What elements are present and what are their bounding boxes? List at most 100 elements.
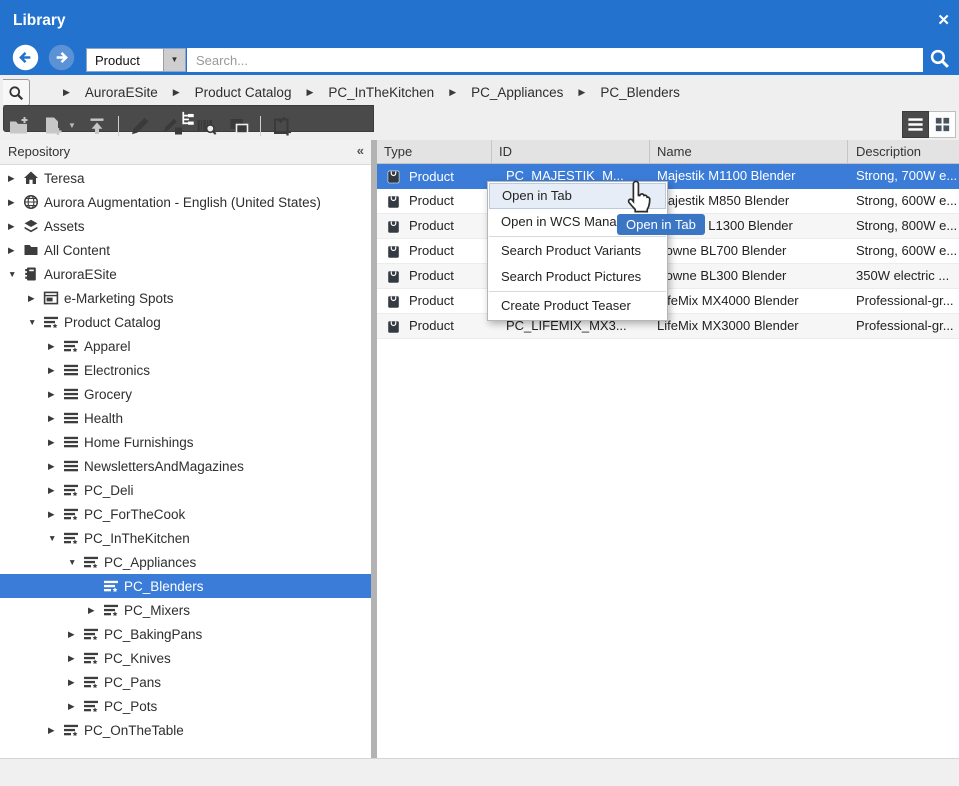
- tree-item-health[interactable]: ▶Health: [0, 406, 371, 430]
- add-task-icon: [271, 115, 293, 137]
- search-icon: [7, 84, 25, 102]
- collapse-sidebar-icon[interactable]: «: [357, 143, 363, 158]
- collapsed-arrow-icon[interactable]: ▶: [68, 629, 83, 640]
- forward-button[interactable]: [48, 44, 75, 71]
- collapsed-arrow-icon[interactable]: ▶: [68, 653, 83, 664]
- back-button[interactable]: [12, 44, 39, 71]
- table-body: ProductPC_MAJESTIK_M...Majestik M1100 Bl…: [377, 164, 959, 339]
- list-view-icon: [906, 115, 925, 134]
- edit-sign-button[interactable]: [161, 114, 185, 138]
- tree-item-pc-knives[interactable]: ▶ PC_Knives: [0, 646, 371, 670]
- collapsed-arrow-icon[interactable]: ▶: [8, 173, 23, 184]
- category-star-icon: [83, 674, 99, 690]
- tree-item-pc-appliances[interactable]: ▼PC_Appliances: [0, 550, 371, 574]
- close-icon[interactable]: ✕: [937, 11, 950, 29]
- tree-item-aurora-augmentation-english-united-states[interactable]: ▶Aurora Augmentation - English (United S…: [0, 190, 371, 214]
- table-row[interactable]: ProductPC_LIFEMIX_MX4...LifeMix MX4000 B…: [377, 289, 959, 314]
- collapsed-arrow-icon[interactable]: ▶: [48, 365, 63, 376]
- expanded-arrow-icon[interactable]: ▼: [68, 557, 83, 567]
- collapsed-arrow-icon[interactable]: ▶: [48, 509, 63, 520]
- collapsed-arrow-icon[interactable]: ▶: [48, 389, 63, 400]
- product-icon: [387, 169, 400, 184]
- search-button[interactable]: [928, 47, 952, 71]
- folder-icon: [23, 242, 39, 258]
- tree-item-pc-onthetable[interactable]: ▶PC_OnTheTable: [0, 718, 371, 742]
- search-input[interactable]: [187, 48, 923, 72]
- collapsed-arrow-icon[interactable]: ▶: [48, 341, 63, 352]
- find-products-button[interactable]: [194, 114, 218, 138]
- edit-button[interactable]: [128, 114, 152, 138]
- tree-item-pc-pots[interactable]: ▶PC_Pots: [0, 694, 371, 718]
- collapsed-arrow-icon[interactable]: ▶: [28, 293, 43, 304]
- menu-item-search-product-variants[interactable]: Search Product Variants: [489, 238, 666, 264]
- tree-item-home-furnishings[interactable]: ▶Home Furnishings: [0, 430, 371, 454]
- breadcrumb-item-auroraesite[interactable]: AuroraESite: [85, 85, 158, 100]
- column-header-description[interactable]: Description: [848, 140, 959, 163]
- product-icon: [387, 269, 400, 284]
- collapsed-arrow-icon[interactable]: ▶: [48, 413, 63, 424]
- expanded-arrow-icon[interactable]: ▼: [8, 269, 23, 279]
- cell-name: LifeMix MX3000 Blender: [650, 314, 848, 338]
- toolbar-separator: [118, 116, 119, 136]
- tree-item-electronics[interactable]: ▶Electronics: [0, 358, 371, 382]
- table-row[interactable]: ProductPC_LIFEMIX_MX3...LifeMix MX3000 B…: [377, 314, 959, 339]
- tree-item-pc-deli[interactable]: ▶PC_Deli: [0, 478, 371, 502]
- column-header-name[interactable]: Name: [650, 140, 848, 163]
- table-row[interactable]: ProductPC_BOWNE_BL70...Bowne BL700 Blend…: [377, 239, 959, 264]
- tree-item-pc-forthecook[interactable]: ▶PC_ForTheCook: [0, 502, 371, 526]
- cell-description: Professional-gr...: [848, 289, 959, 313]
- table-row[interactable]: ProductPC_MAJESTIK_M...Majestik M1100 Bl…: [377, 164, 959, 189]
- tree-item-grocery[interactable]: ▶Grocery: [0, 382, 371, 406]
- add-task-button[interactable]: [270, 114, 294, 138]
- tree-item-auroraesite[interactable]: ▼AuroraESite: [0, 262, 371, 286]
- list-view-button[interactable]: [902, 111, 929, 138]
- collapsed-arrow-icon[interactable]: ▶: [48, 725, 63, 736]
- collapsed-arrow-icon[interactable]: ▶: [8, 197, 23, 208]
- collapsed-arrow-icon[interactable]: ▶: [8, 221, 23, 232]
- type-label: Product: [409, 165, 454, 189]
- cell-name: Bowne BL300 Blender: [650, 264, 848, 288]
- tree-item-label: PC_Knives: [104, 651, 171, 666]
- table-row[interactable]: ProductPC_MAJESTIK_M8...Majestik M850 Bl…: [377, 189, 959, 214]
- cursor-pointer-icon: [621, 178, 655, 225]
- column-header-id[interactable]: ID: [492, 140, 650, 163]
- collapsed-arrow-icon[interactable]: ▶: [88, 605, 103, 616]
- collapsed-arrow-icon[interactable]: ▶: [48, 437, 63, 448]
- tree-item-pc-bakingpans[interactable]: ▶ PC_BakingPans: [0, 622, 371, 646]
- menu-item-search-product-pictures[interactable]: Search Product Pictures: [489, 264, 666, 290]
- collapsed-arrow-icon[interactable]: ▶: [48, 461, 63, 472]
- search-scope-select[interactable]: Product ▼: [86, 48, 186, 72]
- collapsed-arrow-icon[interactable]: ▶: [68, 701, 83, 712]
- tree-item-product-catalog[interactable]: ▼Product Catalog: [0, 310, 371, 334]
- table-row[interactable]: ProductPC_BOWNE_BL30...Bowne BL300 Blend…: [377, 264, 959, 289]
- collapsed-arrow-icon[interactable]: ▶: [68, 677, 83, 688]
- tree-item-apparel[interactable]: ▶Apparel: [0, 334, 371, 358]
- tree-item-label: PC_BakingPans: [104, 627, 202, 642]
- tree-item-assets[interactable]: ▶Assets: [0, 214, 371, 238]
- tree-item-pc-inthekitchen[interactable]: ▼PC_InTheKitchen: [0, 526, 371, 550]
- tree-item-all-content[interactable]: ▶All Content: [0, 238, 371, 262]
- breadcrumb-item-pc-appliances[interactable]: PC_Appliances: [471, 85, 563, 100]
- column-header-type[interactable]: Type: [377, 140, 492, 163]
- category-star-icon: [103, 602, 119, 618]
- search-mode-button[interactable]: [3, 79, 30, 106]
- menu-item-create-product-teaser[interactable]: Create Product Teaser: [489, 293, 666, 319]
- search-icon: [928, 47, 951, 70]
- tree-item-pc-blenders[interactable]: PC_Blenders: [0, 574, 371, 598]
- tree-item-pc-pans[interactable]: ▶PC_Pans: [0, 670, 371, 694]
- expanded-arrow-icon[interactable]: ▼: [48, 533, 63, 543]
- copy-image-button[interactable]: [227, 114, 251, 138]
- dropdown-arrow-icon[interactable]: ▼: [163, 49, 185, 71]
- breadcrumb-item-product-catalog[interactable]: Product Catalog: [195, 85, 292, 100]
- collapsed-arrow-icon[interactable]: ▶: [48, 485, 63, 496]
- collapsed-arrow-icon[interactable]: ▶: [8, 245, 23, 256]
- tree-item-e-marketing-spots[interactable]: ▶e-Marketing Spots: [0, 286, 371, 310]
- breadcrumb-item-pc-inthekitchen[interactable]: PC_InTheKitchen: [328, 85, 434, 100]
- grid-view-button[interactable]: [929, 111, 956, 138]
- tree-item-newslettersandmagazines[interactable]: ▶NewslettersAndMagazines: [0, 454, 371, 478]
- breadcrumb-item-pc-blenders[interactable]: PC_Blenders: [600, 85, 680, 100]
- tree-item-label: Teresa: [44, 171, 85, 186]
- tree-item-teresa[interactable]: ▶ Teresa: [0, 166, 371, 190]
- expanded-arrow-icon[interactable]: ▼: [28, 317, 43, 327]
- tree-item-pc-mixers[interactable]: ▶PC_Mixers: [0, 598, 371, 622]
